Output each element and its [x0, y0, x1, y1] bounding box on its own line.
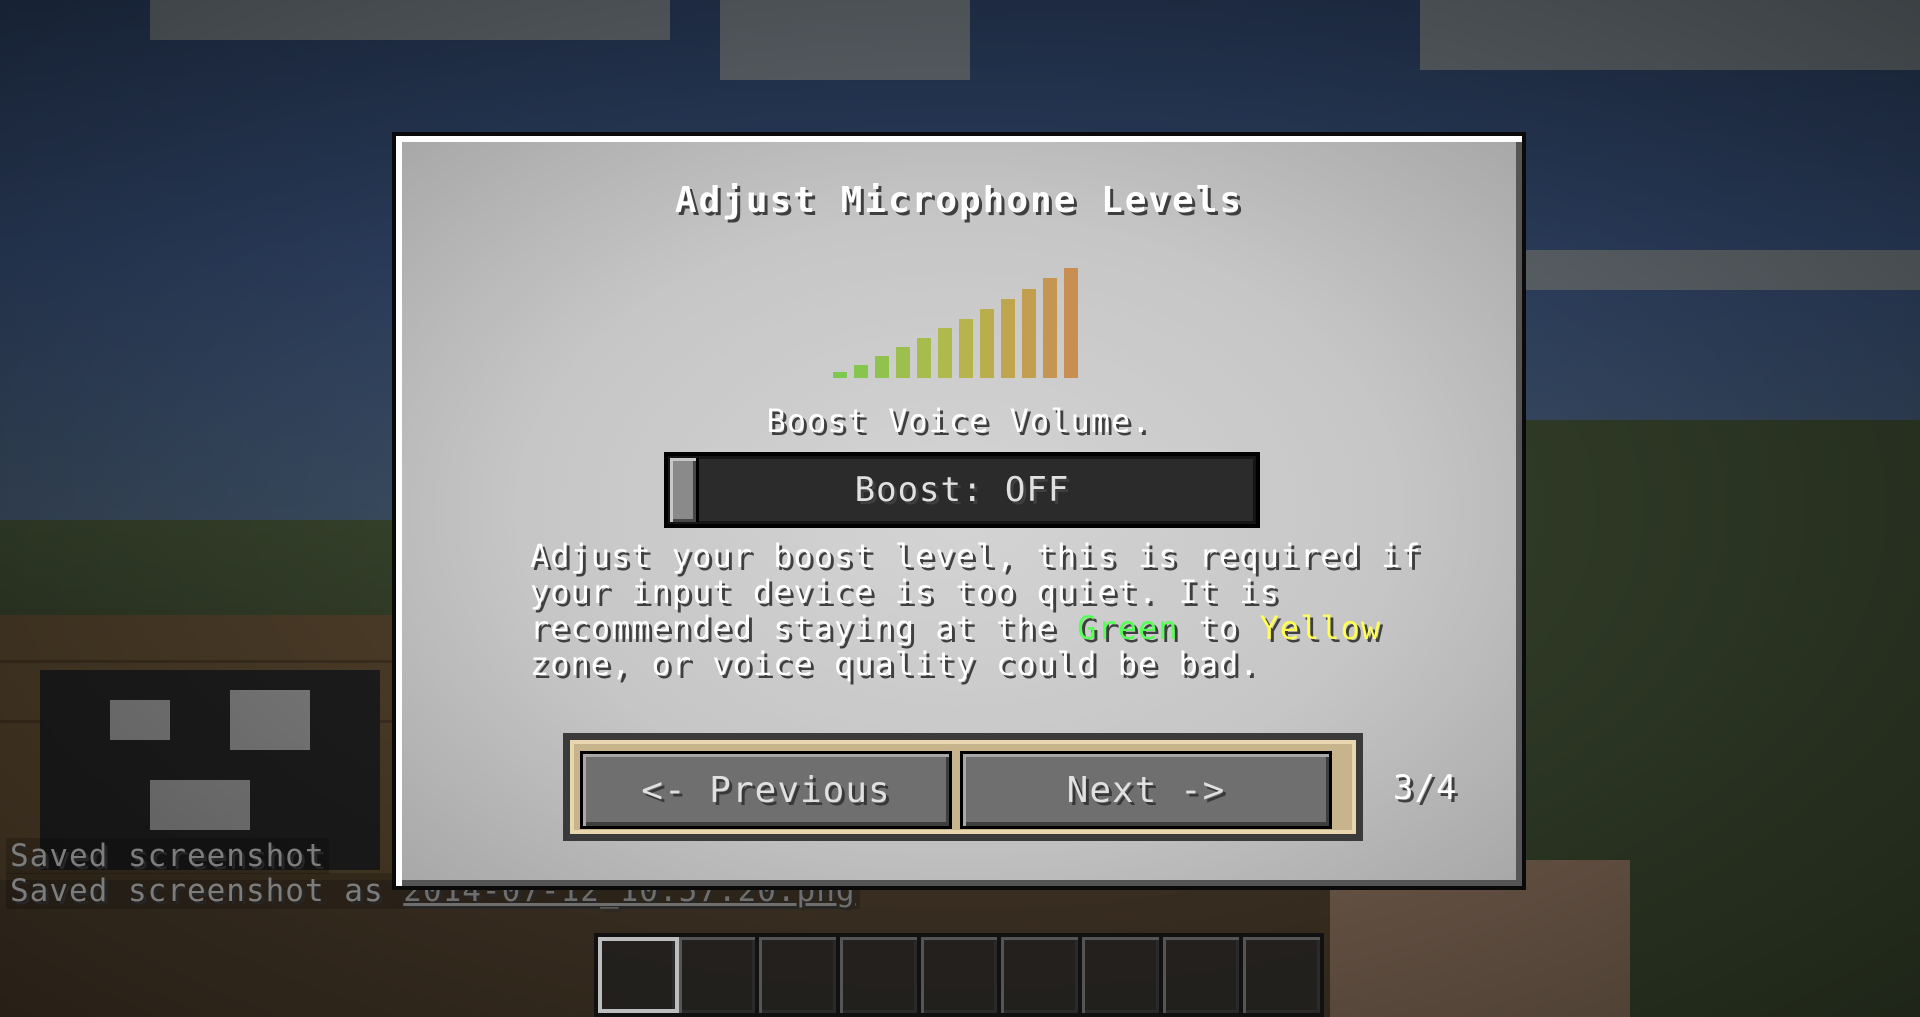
mic-level-bar	[1001, 298, 1015, 378]
description-line: recommended staying at the	[530, 609, 1078, 647]
mic-level-bar	[917, 337, 931, 378]
hotbar-slot[interactable]	[921, 937, 1002, 1013]
chat-line-text: Saved screenshot as	[10, 873, 404, 909]
hotbar-slot[interactable]	[679, 937, 760, 1013]
mic-level-bar	[1022, 288, 1036, 378]
description-line: your input device is too quiet. It is	[530, 573, 1280, 611]
hotbar-slot[interactable]	[840, 937, 921, 1013]
mic-level-bar	[1064, 268, 1078, 378]
description-line: zone, or voice quality could be bad.	[530, 645, 1260, 683]
mic-level-bar	[875, 356, 889, 378]
dialog-title: Adjust Microphone Levels	[674, 180, 1244, 221]
hotbar-slot[interactable]	[1001, 937, 1083, 1013]
description-text: Adjust your boost level, this is require…	[530, 538, 1430, 682]
mic-level-bar	[1043, 278, 1057, 378]
hotbar-slot[interactable]	[759, 937, 841, 1013]
previous-button[interactable]: <- Previous	[580, 751, 952, 829]
green-zone-text: Green	[1077, 609, 1179, 647]
mic-level-bar	[938, 328, 952, 378]
mic-level-bar	[896, 347, 910, 378]
yellow-zone-text: Yellow	[1259, 609, 1382, 647]
mic-level-bar	[854, 364, 868, 378]
mic-level-bar	[980, 308, 994, 378]
hotbar-slot[interactable]	[1243, 937, 1320, 1013]
mic-level-bar	[833, 372, 847, 378]
description-line: Adjust your boost level, this is require…	[530, 537, 1422, 575]
description-line: to	[1178, 609, 1260, 647]
chat-line: Saved screenshot	[6, 838, 329, 874]
next-button[interactable]: Next ->	[960, 751, 1332, 829]
navigation-bar: <- Previous Next ->	[563, 733, 1363, 841]
page-indicator: 3/4	[1393, 768, 1458, 808]
chat-line-text: Saved screenshot	[10, 838, 325, 874]
slider-label: Boost: OFF	[854, 470, 1070, 510]
mic-level-meter-icon	[833, 266, 1093, 378]
hotbar-slot[interactable]	[598, 937, 679, 1013]
dialog-subtitle: Boost Voice Volume.	[766, 402, 1152, 440]
mic-level-bar	[959, 318, 973, 378]
hotbar	[594, 933, 1324, 1017]
hotbar-slot[interactable]	[1163, 937, 1244, 1013]
microphone-levels-dialog: Adjust Microphone Levels Boost Voice Vol…	[392, 132, 1526, 890]
boost-slider[interactable]: Boost: OFF	[664, 452, 1260, 528]
hotbar-slot[interactable]	[1082, 937, 1163, 1013]
